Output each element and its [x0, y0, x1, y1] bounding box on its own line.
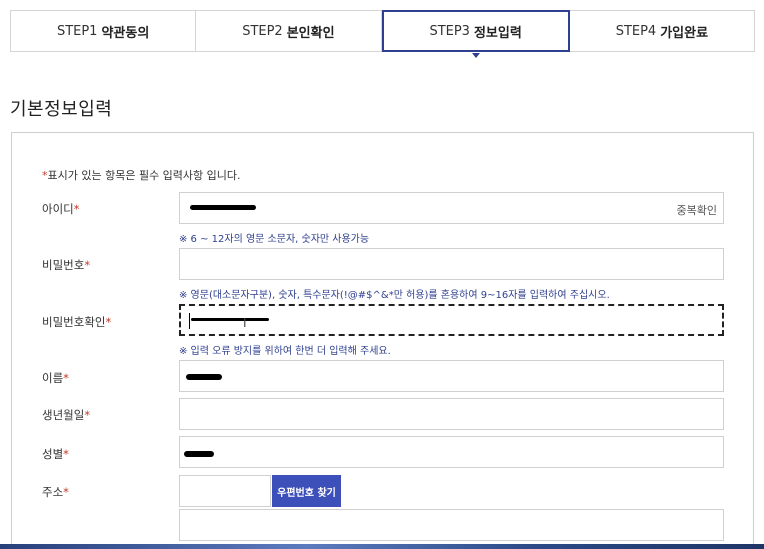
member-info-form: *표시가 있는 항목은 필수 입력사항 입니다. 아이디* 중복확인 ※ 6 ~… — [11, 132, 754, 549]
zipcode-search-button[interactable]: 우편번호 찾기 — [272, 475, 341, 507]
gender-input[interactable] — [179, 436, 724, 468]
birth-input[interactable] — [179, 398, 724, 430]
password-confirm-required-mark: * — [105, 315, 112, 329]
address-input[interactable] — [179, 509, 724, 541]
address-required-mark: * — [63, 485, 69, 499]
section-title: 기본정보입력 — [10, 99, 113, 120]
userid-redacted-value — [190, 205, 256, 210]
address-label-text: 주소 — [42, 485, 64, 499]
zipcode-input[interactable] — [179, 475, 271, 507]
birth-required-mark: * — [84, 408, 91, 422]
step-progress-bar: STEP1 약관동의 STEP2 본인확인 STEP3 정보입력 STEP4 가… — [10, 10, 755, 58]
password-label-text: 비밀번호 — [42, 258, 85, 272]
gender-label-text: 성별 — [42, 447, 64, 461]
text-caret — [189, 313, 190, 329]
userid-input[interactable]: 중복확인 — [179, 192, 724, 224]
step-2: STEP2 본인확인 — [196, 11, 382, 51]
step-2-label: 본인확인 — [286, 25, 335, 41]
required-notice-text: 표시가 있는 항목은 필수 입력사항 입니다. — [47, 169, 241, 182]
step-4-label: 가입완료 — [660, 25, 709, 41]
active-step-pointer-icon — [471, 53, 480, 58]
address-label: 주소* — [42, 484, 69, 500]
name-required-mark: * — [63, 371, 69, 385]
step-4: STEP4 가입완료 — [570, 11, 754, 51]
step-1-number: STEP1 — [56, 23, 98, 39]
step-1-label: 약관동의 — [101, 25, 150, 41]
userid-hint: ※ 6 ~ 12자의 영문 소문자, 숫자만 사용가능 — [179, 234, 370, 245]
step-3-number: STEP3 — [429, 23, 470, 39]
password-required-mark: * — [84, 258, 91, 272]
password-label: 비밀번호* — [42, 257, 90, 273]
gender-required-mark: * — [63, 447, 69, 461]
password-confirm-label: 비밀번호확인* — [42, 314, 111, 330]
step-4-number: STEP4 — [615, 23, 657, 39]
name-label: 이름* — [42, 370, 69, 386]
password-confirm-hint: ※ 입력 오류 방지를 위하여 한번 더 입력해 주세요. — [179, 346, 391, 357]
step-3-active: STEP3 정보입력 — [381, 10, 570, 58]
step-1: STEP1 약관동의 — [11, 11, 197, 51]
password-confirm-label-text: 비밀번호확인 — [42, 315, 106, 329]
userid-label: 아이디* — [42, 201, 80, 217]
ibeam-cursor-icon: I — [243, 316, 247, 330]
userid-required-mark: * — [73, 202, 80, 216]
password-input[interactable] — [179, 248, 724, 280]
birth-label: 생년월일* — [42, 407, 90, 423]
password-confirm-redacted-value — [191, 318, 269, 321]
required-notice: *표시가 있는 항목은 필수 입력사항 입니다. — [42, 167, 241, 183]
password-confirm-input[interactable]: I — [179, 304, 724, 336]
name-redacted-value — [186, 374, 222, 380]
name-label-text: 이름 — [42, 371, 64, 385]
taskbar-strip — [0, 544, 764, 549]
password-hint: ※ 영문(대소문자구분), 숫자, 특수문자(!@#$^&*만 허용)를 혼용하… — [179, 290, 610, 301]
name-input[interactable] — [179, 360, 724, 392]
birth-label-text: 생년월일 — [42, 408, 85, 422]
step-3-label: 정보입력 — [473, 25, 522, 41]
gender-label: 성별* — [42, 446, 69, 462]
userid-label-text: 아이디 — [42, 202, 74, 216]
step-2-number: STEP2 — [242, 23, 283, 39]
gender-redacted-value — [184, 451, 214, 457]
duplicate-check-button[interactable]: 중복확인 — [677, 202, 717, 218]
